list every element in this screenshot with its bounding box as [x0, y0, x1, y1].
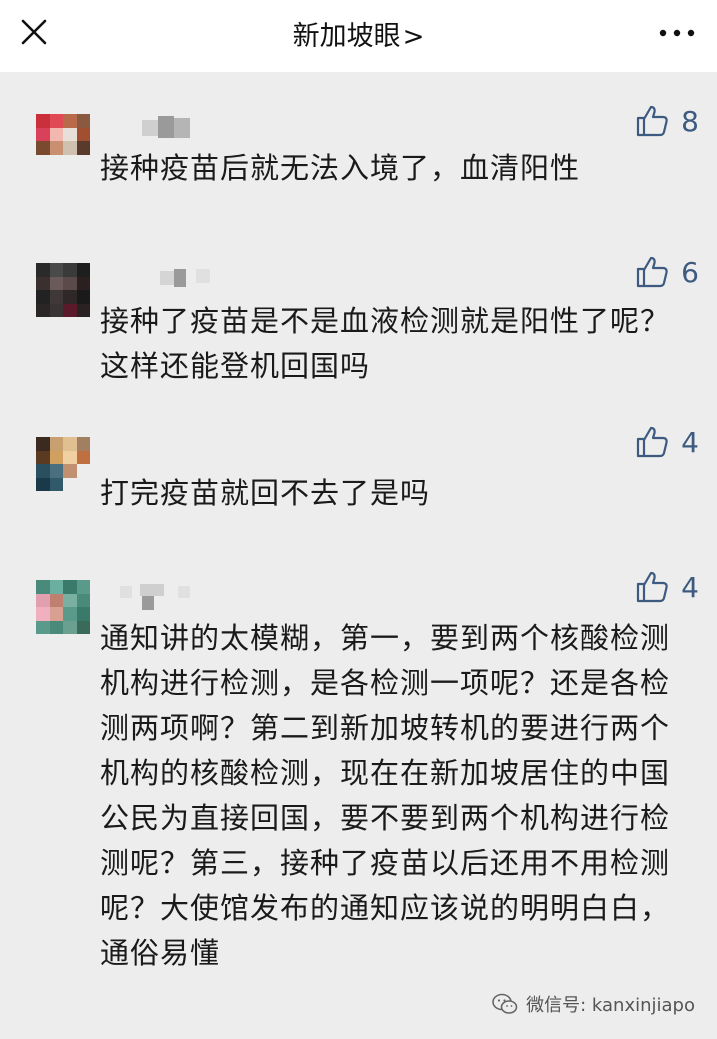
nickname-blurred — [100, 578, 220, 610]
like-count: 4 — [681, 570, 699, 604]
top-bar: 新加坡眼> — [0, 0, 717, 72]
page-title-text: 新加坡眼 — [292, 21, 401, 52]
thumbs-up-icon — [637, 105, 668, 137]
like-button[interactable]: 4 — [635, 425, 699, 459]
comment-text: 通知讲的太模糊，第一，要到两个核酸检测机构进行检测，是各检测一项呢？还是各检测两… — [100, 621, 671, 970]
like-button[interactable]: 8 — [635, 104, 699, 138]
watermark-text: 微信号: kanxinjiapo — [526, 995, 695, 1016]
nickname-blurred — [100, 114, 200, 144]
wechat-icon — [492, 993, 518, 1014]
like-count: 6 — [681, 255, 699, 289]
watermark: 微信号: kanxinjiapo — [492, 991, 695, 1017]
like-button[interactable]: 4 — [635, 570, 699, 604]
avatar[interactable] — [36, 114, 90, 168]
comment-text: 接种了疫苗是不是血液检测就是阳性了呢？这样还能登机回国吗 — [100, 304, 671, 383]
avatar[interactable] — [36, 580, 90, 634]
comment-text: 打完疫苗就回不去了是吗 — [100, 476, 431, 510]
more-icon[interactable] — [659, 28, 695, 38]
comment-text: 接种疫苗后就无法入境了，血清阳性 — [100, 151, 581, 185]
like-count: 4 — [681, 425, 699, 459]
nickname-blurred — [100, 261, 220, 291]
avatar[interactable] — [36, 263, 90, 317]
thumbs-up-icon — [637, 256, 668, 288]
chevron-right-icon: > — [402, 22, 425, 52]
like-count: 8 — [681, 104, 699, 138]
thumbs-up-icon — [637, 426, 668, 458]
like-button[interactable]: 6 — [635, 255, 699, 289]
thumbs-up-icon — [637, 571, 668, 603]
avatar[interactable] — [36, 437, 90, 491]
page-title[interactable]: 新加坡眼> — [0, 14, 717, 53]
